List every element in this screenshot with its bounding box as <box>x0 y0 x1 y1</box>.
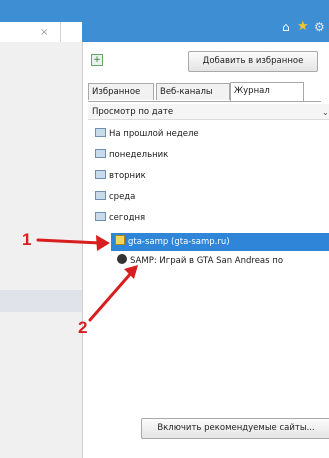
annotation-arrow-1 <box>36 238 102 245</box>
annotation-arrowhead-1 <box>96 235 110 251</box>
annotation-label-1: 1 <box>22 230 32 249</box>
annotation-arrow-2 <box>88 270 134 322</box>
annotation-arrows <box>36 235 138 322</box>
annotation-label-2: 2 <box>78 318 88 337</box>
